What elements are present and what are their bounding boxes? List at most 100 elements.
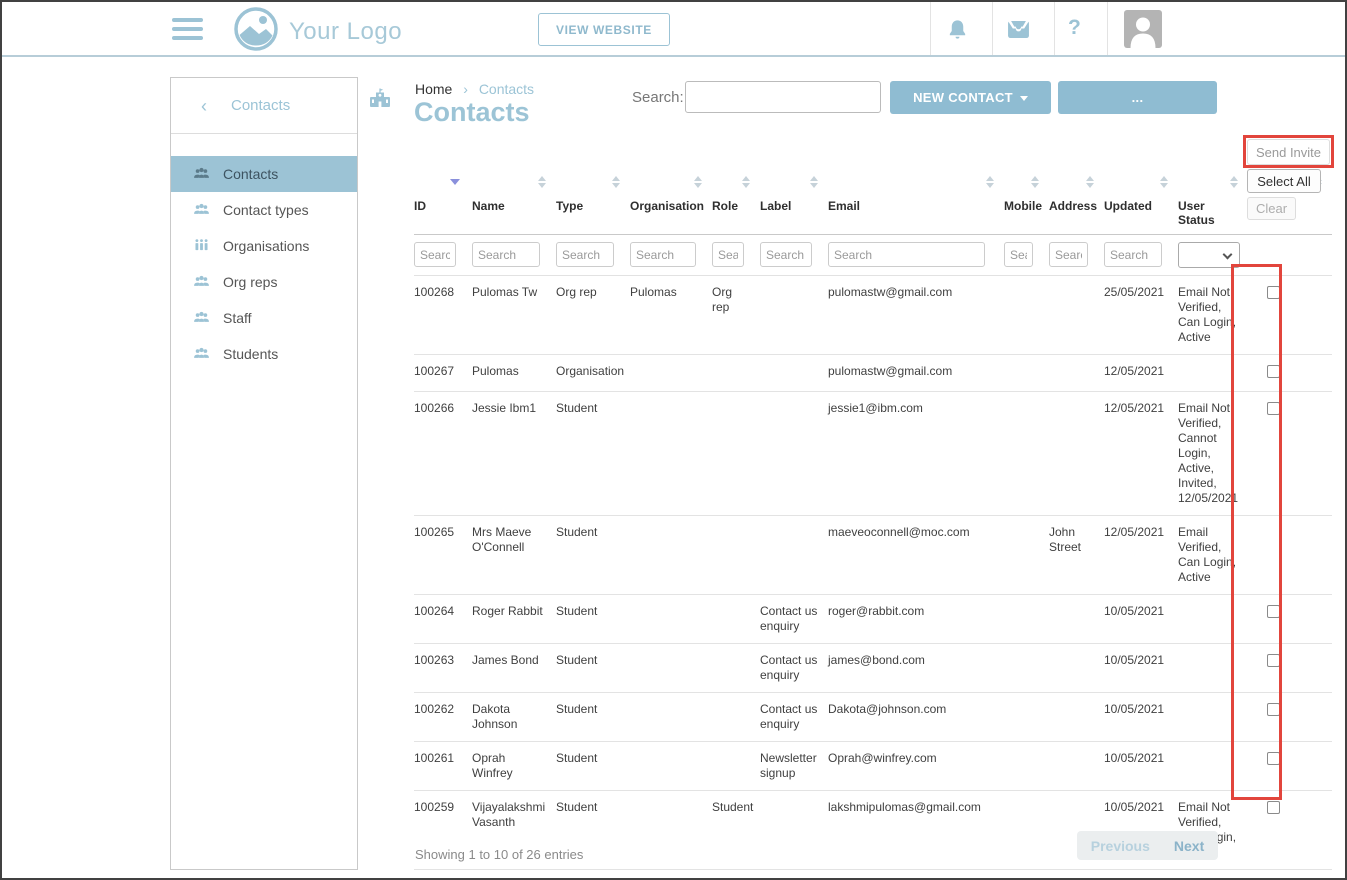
divider [1054,2,1055,55]
table-row[interactable]: 100263James BondStudentContact us enquir… [414,644,1332,693]
row-select-checkbox[interactable] [1267,801,1280,814]
row-select-checkbox[interactable] [1267,286,1280,299]
filter-role-input[interactable] [712,242,744,267]
column-header-mobile[interactable]: Mobile [1004,193,1049,235]
menu-icon[interactable] [172,18,203,45]
column-header-label[interactable]: Label [760,193,828,235]
sidebar-item-label: Contacts [223,166,278,182]
entries-summary: Showing 1 to 10 of 26 entries [415,847,583,862]
divider [1107,2,1108,55]
filter-name-input[interactable] [472,242,540,267]
table-row[interactable]: 100268Pulomas TwOrg repPulomasOrg reppul… [414,276,1332,355]
logo-text: Your Logo [289,18,402,46]
contacts-table: ID Name Type Organisation Role Label Ema… [414,171,1332,870]
previous-button[interactable]: Previous [1091,838,1150,854]
sidebar-item-contacts[interactable]: Contacts [171,156,357,192]
sidebar-item-label: Contact types [223,202,309,218]
column-header-role[interactable]: Role [712,193,760,235]
sort-icon[interactable] [810,176,818,188]
table-row[interactable]: 100267PulomasOrganisationpulomastw@gmail… [414,355,1332,392]
column-header-id[interactable]: ID [414,193,472,235]
user-status-filter[interactable] [1178,242,1240,268]
sort-icon[interactable] [1031,176,1039,188]
divider [930,2,931,55]
avatar[interactable] [1124,10,1162,51]
filter-address-input[interactable] [1049,242,1088,267]
sidebar-item-organisations[interactable]: Organisations [171,228,357,264]
more-actions-button[interactable]: ... [1058,81,1217,114]
table-row[interactable]: 100266Jessie Ibm1Studentjessie1@ibm.com1… [414,392,1332,516]
pagination: Previous Next [1077,831,1218,860]
organisations-icon [193,236,210,256]
main-content: Home › Contacts Contacts Search: NEW CON… [414,77,1334,877]
filter-type-input[interactable] [556,242,614,267]
send-invite-button[interactable]: Send Invite [1247,139,1330,165]
filter-label-input[interactable] [760,242,812,267]
sidebar-title: Contacts [231,97,290,114]
column-header-address[interactable]: Address [1049,193,1104,235]
caret-down-icon [1020,96,1028,101]
row-select-checkbox[interactable] [1267,703,1280,716]
chevron-down-icon [1223,250,1233,260]
row-select-checkbox[interactable] [1267,752,1280,765]
sidebar-item-students[interactable]: Students [171,336,357,372]
sidebar-item-label: Staff [223,310,252,326]
sort-icon[interactable] [742,176,750,188]
table-row[interactable]: 100261Oprah WinfreyStudentNewsletter sig… [414,742,1332,791]
row-select-checkbox[interactable] [1267,365,1280,378]
notifications-bell-icon[interactable] [946,18,969,44]
column-header-name[interactable]: Name [472,193,556,235]
clear-button[interactable]: Clear [1247,197,1296,220]
sort-icon[interactable] [538,176,546,188]
breadcrumb-home[interactable]: Home [415,81,452,97]
filter-row [414,235,1332,276]
sidebar-item-org-reps[interactable]: Org reps [171,264,357,300]
help-icon[interactable]: ? [1068,16,1081,40]
sort-icon[interactable] [1230,176,1238,188]
sort-icon[interactable] [986,176,994,188]
sort-desc-icon[interactable] [450,179,460,185]
view-website-button[interactable]: VIEW WEBSITE [538,13,670,46]
sort-icon[interactable] [1086,176,1094,188]
column-header-organisation[interactable]: Organisation [630,193,712,235]
logo-image-icon [233,6,279,57]
sidebar: ‹ Contacts Contacts Contact types Organi… [170,77,358,870]
divider [992,2,993,55]
sort-icon[interactable] [1160,176,1168,188]
filter-mobile-input[interactable] [1004,242,1033,267]
sidebar-item-label: Org reps [223,274,277,290]
select-all-button[interactable]: Select All [1247,169,1321,193]
column-header-user-status[interactable]: User Status [1178,193,1248,235]
filter-updated-input[interactable] [1104,242,1162,267]
search-input[interactable] [685,81,881,113]
row-select-checkbox[interactable] [1267,402,1280,415]
staff-group-icon [193,308,210,328]
column-header-email[interactable]: Email [828,193,1004,235]
sort-row [414,171,1332,193]
school-building-icon [368,86,392,115]
breadcrumb-current: Contacts [479,81,534,97]
filter-organisation-input[interactable] [630,242,696,267]
column-header-type[interactable]: Type [556,193,630,235]
sidebar-collapse-header[interactable]: ‹ Contacts [171,78,357,134]
inbox-icon[interactable] [1007,20,1030,42]
sidebar-item-contact-types[interactable]: Contact types [171,192,357,228]
filter-id-input[interactable] [414,242,456,267]
table-row[interactable]: 100265Mrs Maeve O'ConnellStudentmaeveoco… [414,516,1332,595]
filter-email-input[interactable] [828,242,985,267]
sort-icon[interactable] [694,176,702,188]
sort-icon[interactable] [612,176,620,188]
next-button[interactable]: Next [1174,838,1204,854]
page-title: Contacts [414,97,530,128]
header-row: ID Name Type Organisation Role Label Ema… [414,193,1332,235]
table-row[interactable]: 100262Dakota JohnsonStudentContact us en… [414,693,1332,742]
sidebar-item-staff[interactable]: Staff [171,300,357,336]
top-header: Your Logo VIEW WEBSITE ? [2,2,1345,57]
row-select-checkbox[interactable] [1267,605,1280,618]
new-contact-button[interactable]: NEW CONTACT [890,81,1051,114]
row-select-checkbox[interactable] [1267,654,1280,667]
table-row[interactable]: 100264Roger RabbitStudentContact us enqu… [414,595,1332,644]
students-group-icon [193,344,210,364]
column-header-updated[interactable]: Updated [1104,193,1178,235]
breadcrumb: Home › Contacts [415,81,534,97]
